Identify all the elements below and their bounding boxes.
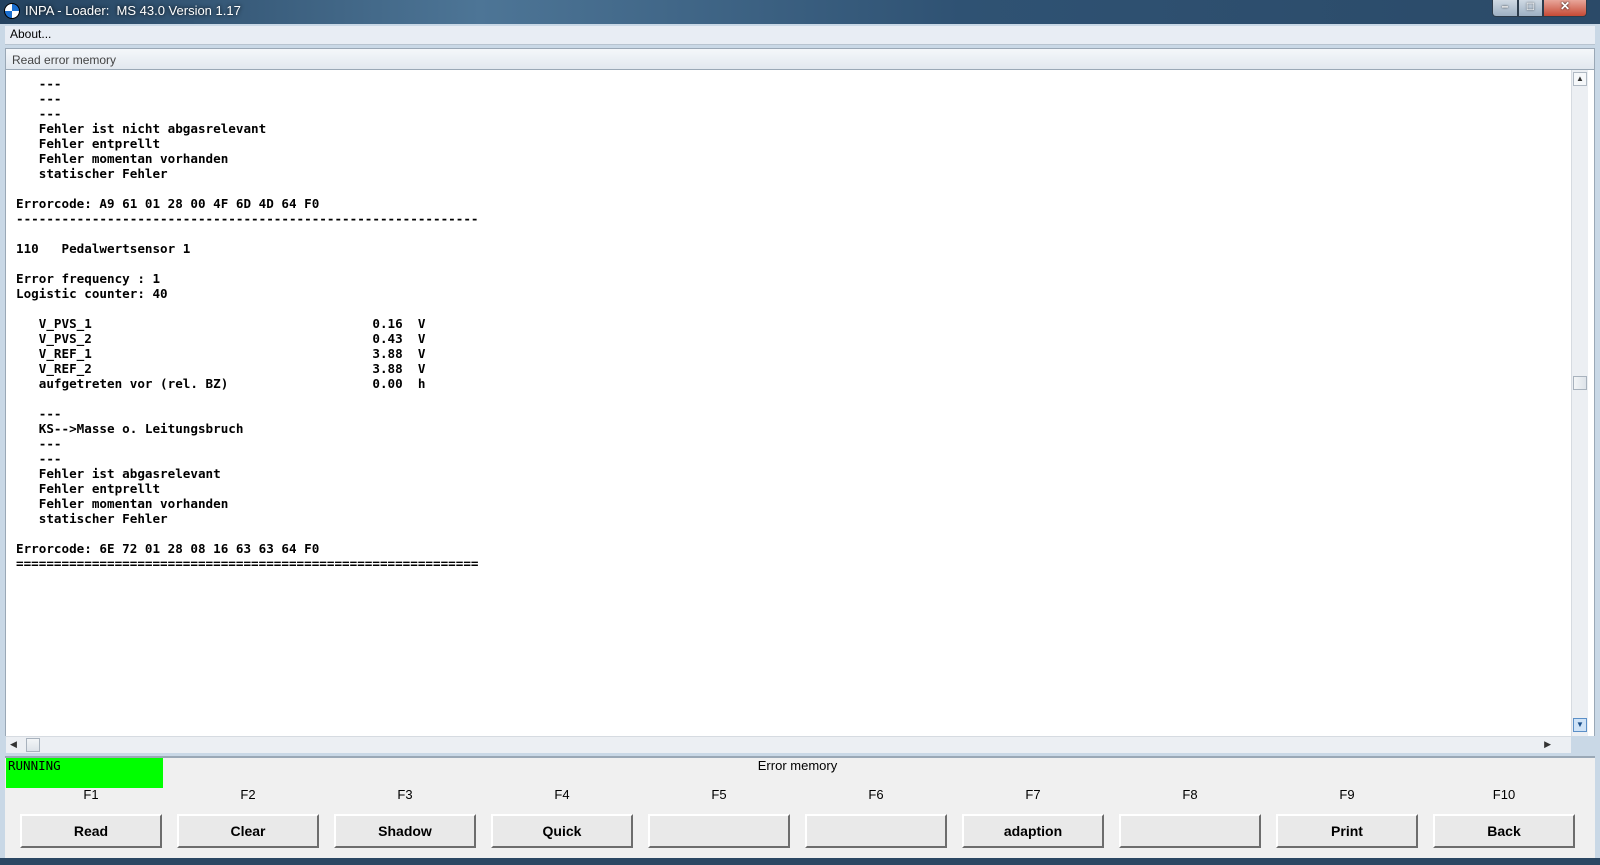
clear-button[interactable]: Clear	[177, 814, 319, 848]
screen-title: Error memory	[757, 758, 838, 773]
print-button[interactable]: Print	[1276, 814, 1418, 848]
fkey-label-f6: F6	[868, 787, 884, 802]
f8-button[interactable]	[1119, 814, 1261, 848]
horizontal-scrollbar[interactable]: ◀ ▶	[6, 736, 1571, 753]
scroll-right-arrow-icon[interactable]: ▶	[1544, 739, 1551, 750]
window-title: INPA - Loader: MS 43.0 Version 1.17	[25, 3, 241, 18]
shadow-button[interactable]: Shadow	[334, 814, 476, 848]
scroll-down-arrow-icon[interactable]: ▼	[1573, 718, 1587, 732]
close-button[interactable]: ✕	[1543, 0, 1587, 17]
horizontal-scroll-thumb[interactable]	[26, 738, 40, 752]
menu-about[interactable]: About...	[10, 27, 51, 41]
maximize-icon: □	[1526, 0, 1535, 13]
taskbar	[0, 858, 1600, 865]
quick-button[interactable]: Quick	[491, 814, 633, 848]
fkey-label-f8: F8	[1182, 787, 1198, 802]
close-icon: ✕	[1559, 0, 1571, 13]
maximize-button[interactable]: □	[1518, 0, 1543, 17]
adaption-button[interactable]: adaption	[962, 814, 1104, 848]
fkey-label-f10: F10	[1492, 787, 1516, 802]
scroll-up-arrow-icon[interactable]: ▲	[1573, 72, 1587, 86]
fkey-label-f7: F7	[1025, 787, 1041, 802]
error-memory-log: --- --- --- Fehler ist nicht abgasreleva…	[16, 76, 479, 571]
fkey-label-f2: F2	[240, 787, 256, 802]
fkey-label-f4: F4	[554, 787, 570, 802]
minimize-icon: –	[1501, 0, 1509, 13]
read-button[interactable]: Read	[20, 814, 162, 848]
vertical-scrollbar[interactable]: ▲ ▼	[1571, 70, 1588, 736]
output-text-area[interactable]: --- --- --- Fehler ist nicht abgasreleva…	[5, 70, 1595, 736]
f5-button[interactable]	[648, 814, 790, 848]
title-bar[interactable]: INPA - Loader: MS 43.0 Version 1.17 – □ …	[0, 0, 1600, 24]
panel-header: Read error memory	[5, 48, 1595, 70]
f6-button[interactable]	[805, 814, 947, 848]
minimize-button[interactable]: –	[1492, 0, 1518, 17]
fkey-label-f3: F3	[397, 787, 413, 802]
fkey-label-f1: F1	[83, 787, 99, 802]
back-button[interactable]: Back	[1433, 814, 1575, 848]
menu-bar: About...	[5, 26, 1595, 45]
status-text: RUNNING	[8, 758, 61, 773]
vertical-scroll-thumb[interactable]	[1573, 376, 1587, 390]
scroll-left-arrow-icon[interactable]: ◀	[10, 739, 17, 750]
panel-title: Read error memory	[12, 53, 117, 67]
bmw-logo-icon	[4, 3, 20, 19]
fkey-label-f9: F9	[1339, 787, 1355, 802]
status-indicator: RUNNING	[6, 758, 163, 788]
fkey-label-f5: F5	[711, 787, 727, 802]
